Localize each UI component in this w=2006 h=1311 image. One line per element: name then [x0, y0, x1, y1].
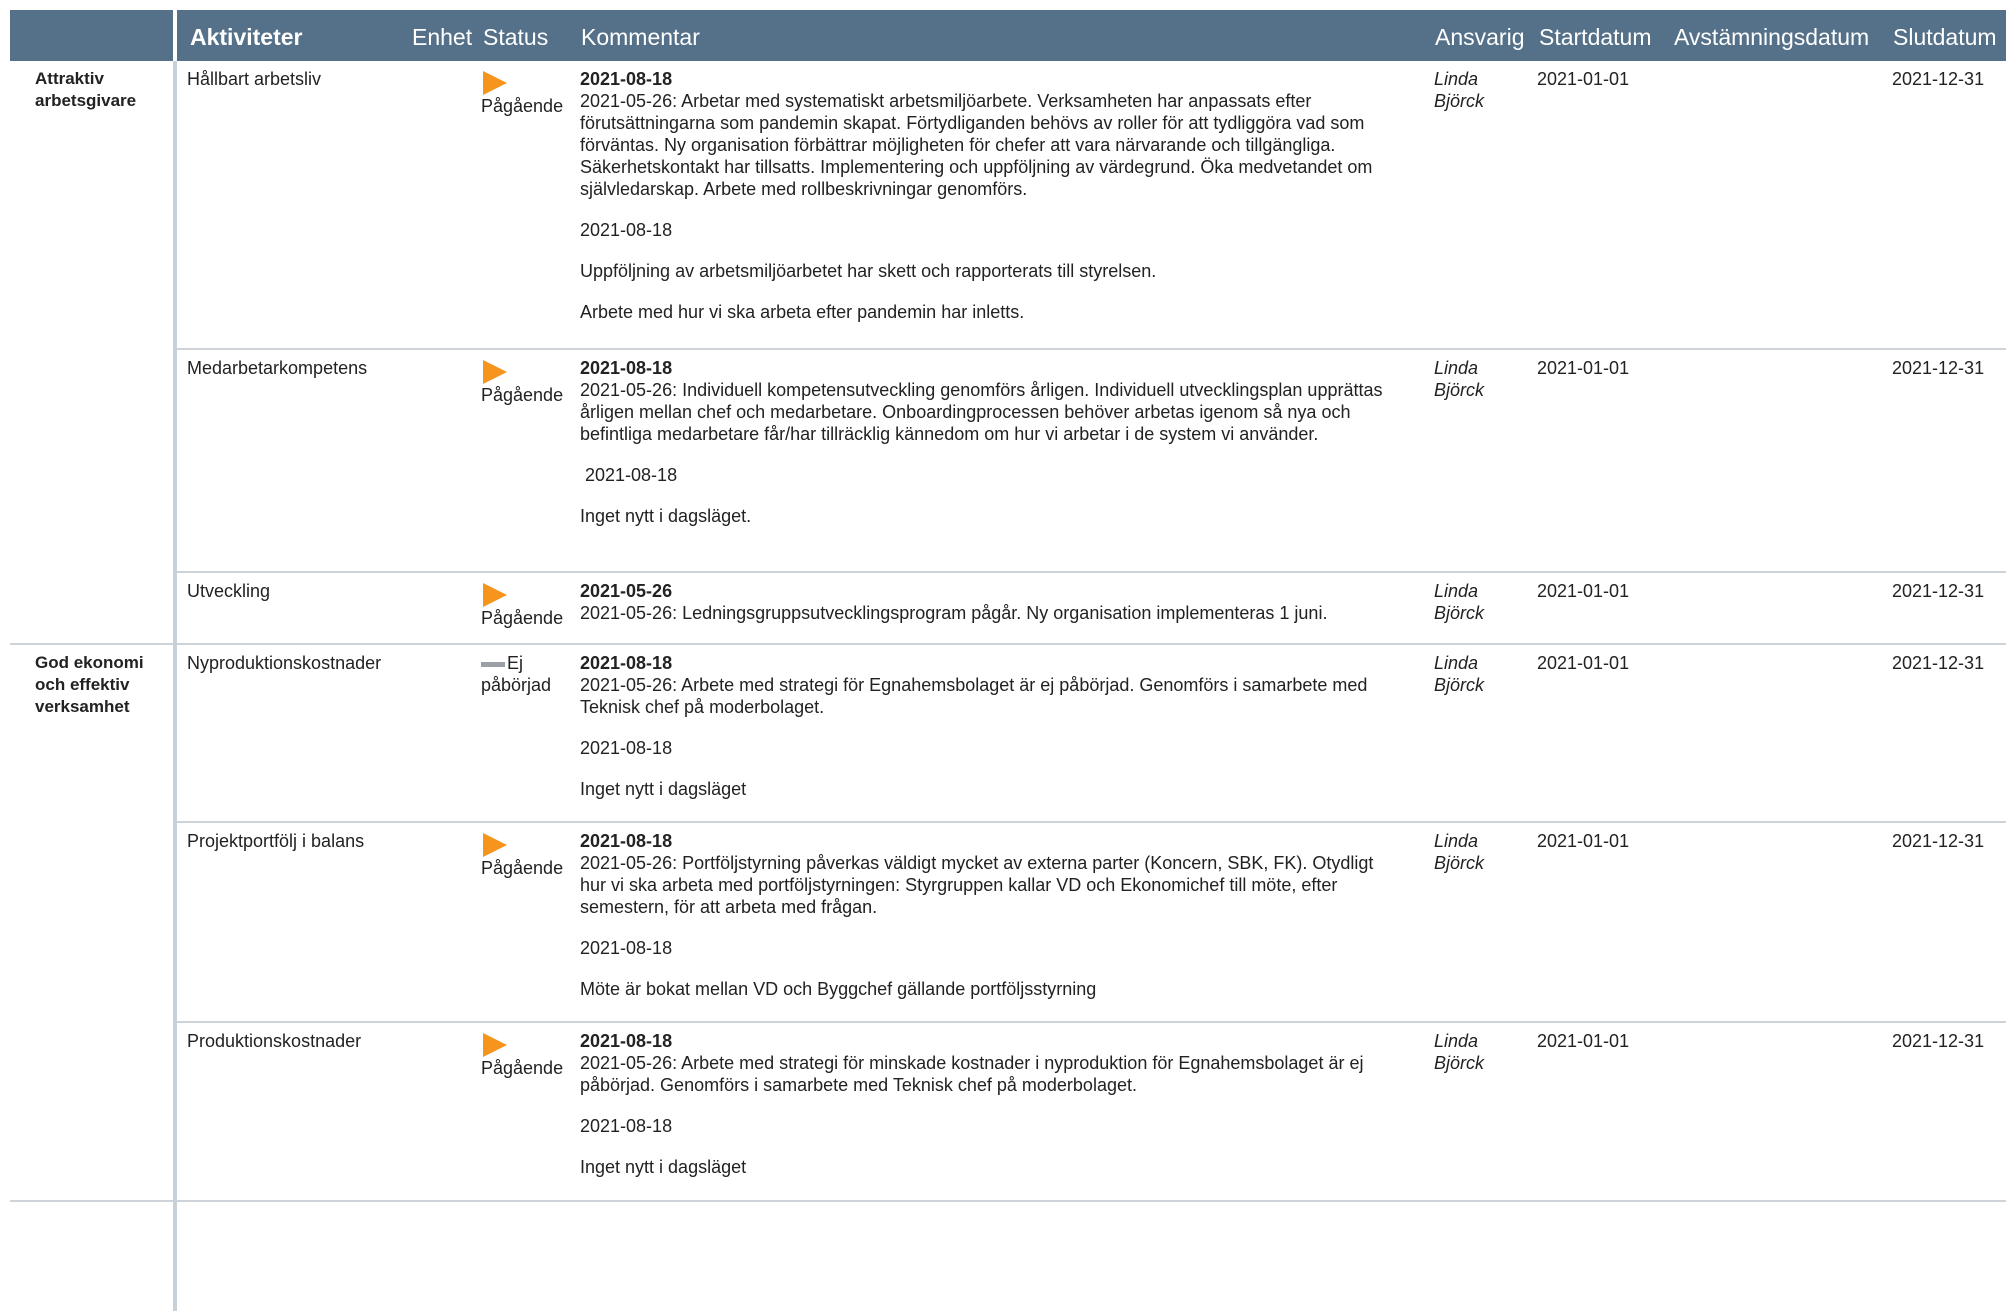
- activity-name: Produktionskostnader: [187, 1031, 362, 1051]
- activity-name: Hållbart arbetsliv: [187, 69, 322, 89]
- arrow-icon: [483, 71, 507, 96]
- header-avstamningsdatum[interactable]: Avstämningsdatum: [1674, 24, 1869, 51]
- status-cell: Ej påbörjad: [481, 652, 576, 696]
- status-cell: Pågående: [481, 1033, 576, 1079]
- status-cell: Pågående: [481, 583, 576, 629]
- row-divider: [177, 1200, 2006, 1202]
- activity-name: Projektportfölj i balans: [187, 831, 365, 851]
- activity-name: Utveckling: [187, 581, 271, 601]
- comment-text: Inget nytt i dagsläget.: [580, 506, 752, 526]
- comment-text: Inget nytt i dagsläget: [580, 779, 747, 799]
- comment-cell: 2021-08-18 2021-05-26: Arbetar med syste…: [580, 68, 1400, 342]
- responsible-person: Linda Björck: [1434, 358, 1485, 400]
- end-date: 2021-12-31: [1892, 358, 1985, 378]
- header-status[interactable]: Status: [483, 24, 548, 51]
- comment-date: 2021-08-18: [580, 69, 673, 89]
- header-startdatum[interactable]: Startdatum: [1539, 24, 1652, 51]
- start-date: 2021-01-01: [1537, 831, 1630, 851]
- comment-text: 2021-08-18: [580, 1116, 673, 1136]
- comment-text: Uppföljning av arbetsmiljöarbetet har sk…: [580, 261, 1157, 281]
- status-label: Pågående: [481, 608, 564, 629]
- responsible-person: Linda Björck: [1434, 1031, 1485, 1073]
- start-date: 2021-01-01: [1537, 69, 1630, 89]
- comment-date: 2021-08-18: [580, 1031, 673, 1051]
- comment-text: 2021-05-26: Arbete med strategi för mins…: [580, 1053, 1364, 1095]
- activity-name: Nyproduktionskostnader: [187, 653, 382, 673]
- start-date: 2021-01-01: [1537, 1031, 1630, 1051]
- arrow-icon: [483, 833, 507, 858]
- end-date: 2021-12-31: [1892, 653, 1985, 673]
- arrow-icon: [483, 1033, 507, 1058]
- header-enhet[interactable]: Enhet: [412, 24, 472, 51]
- status-label: Ej påbörjad: [481, 653, 552, 695]
- responsible-person: Linda Björck: [1434, 831, 1485, 873]
- comment-cell: 2021-08-18 2021-05-26: Portföljstyrning …: [580, 830, 1400, 1019]
- table-header: Aktiviteter Enhet Status Kommentar Ansva…: [10, 10, 2006, 61]
- table-row[interactable]: Nyproduktionskostnader Ej påbörjad 2021-…: [0, 645, 2006, 823]
- responsible-person: Linda Björck: [1434, 69, 1485, 111]
- comment-text: Inget nytt i dagsläget: [580, 1157, 747, 1177]
- comment-text: 2021-08-18: [580, 738, 673, 758]
- comment-date: 2021-08-18: [580, 358, 673, 378]
- comment-date: 2021-05-26: [580, 581, 673, 601]
- status-cell: Pågående: [481, 833, 576, 879]
- comment-text: 2021-05-26: Individuell kompetensutveckl…: [580, 380, 1383, 444]
- end-date: 2021-12-31: [1892, 1031, 1985, 1051]
- header-kommentar[interactable]: Kommentar: [581, 24, 700, 51]
- table-row[interactable]: Hållbart arbetsliv Pågående 2021-08-18 2…: [0, 61, 2006, 350]
- start-date: 2021-01-01: [1537, 581, 1630, 601]
- start-date: 2021-01-01: [1537, 358, 1630, 378]
- status-cell: Pågående: [481, 71, 576, 117]
- status-label: Pågående: [481, 96, 564, 117]
- comment-date: 2021-08-18: [580, 831, 673, 851]
- table-row[interactable]: Utveckling Pågående 2021-05-26 2021-05-2…: [0, 573, 2006, 645]
- end-date: 2021-12-31: [1892, 69, 1985, 89]
- responsible-person: Linda Björck: [1434, 581, 1485, 623]
- arrow-icon: [483, 583, 507, 608]
- status-label: Pågående: [481, 385, 564, 406]
- start-date: 2021-01-01: [1537, 653, 1630, 673]
- group-divider: [10, 1200, 173, 1202]
- comment-text: Möte är bokat mellan VD och Byggchef gäl…: [580, 979, 1097, 999]
- comment-cell: 2021-05-26 2021-05-26: Ledningsgruppsutv…: [580, 580, 1400, 643]
- comment-text: 2021-08-18: [580, 938, 673, 958]
- header-divider: [173, 10, 177, 61]
- arrow-icon: [483, 360, 507, 385]
- responsible-person: Linda Björck: [1434, 653, 1485, 695]
- comment-text: 2021-05-26: Portföljstyrning påverkas vä…: [580, 853, 1374, 917]
- table-row[interactable]: Produktionskostnader Pågående 2021-08-18…: [0, 1023, 2006, 1202]
- header-slutdatum[interactable]: Slutdatum: [1893, 24, 1997, 51]
- comment-text: 2021-05-26: Arbetar med systematiskt arb…: [580, 91, 1373, 199]
- header-ansvarig[interactable]: Ansvarig: [1435, 24, 1524, 51]
- comment-cell: 2021-08-18 2021-05-26: Arbete med strate…: [580, 652, 1400, 819]
- comment-cell: 2021-08-18 2021-05-26: Individuell kompe…: [580, 357, 1400, 546]
- table-row[interactable]: Projektportfölj i balans Pågående 2021-0…: [0, 823, 2006, 1023]
- comment-text: 2021-08-18: [580, 465, 678, 485]
- comment-text: Arbete med hur vi ska arbeta efter pande…: [580, 302, 1025, 322]
- status-label: Pågående: [481, 1058, 564, 1079]
- comment-cell: 2021-08-18 2021-05-26: Arbete med strate…: [580, 1030, 1400, 1197]
- status-cell: Pågående: [481, 360, 576, 406]
- comment-date: 2021-08-18: [580, 653, 673, 673]
- table-row[interactable]: Medarbetarkompetens Pågående 2021-08-18 …: [0, 350, 2006, 573]
- status-label: Pågående: [481, 858, 564, 879]
- comment-text: 2021-05-26: Arbete med strategi för Egna…: [580, 675, 1368, 717]
- activity-name: Medarbetarkompetens: [187, 358, 368, 378]
- comment-text: 2021-08-18: [580, 220, 673, 240]
- comment-text: 2021-05-26: Ledningsgruppsutvecklingspro…: [580, 603, 1328, 623]
- end-date: 2021-12-31: [1892, 581, 1985, 601]
- end-date: 2021-12-31: [1892, 831, 1985, 851]
- header-aktiviteter[interactable]: Aktiviteter: [190, 24, 302, 51]
- dash-icon: [481, 661, 505, 667]
